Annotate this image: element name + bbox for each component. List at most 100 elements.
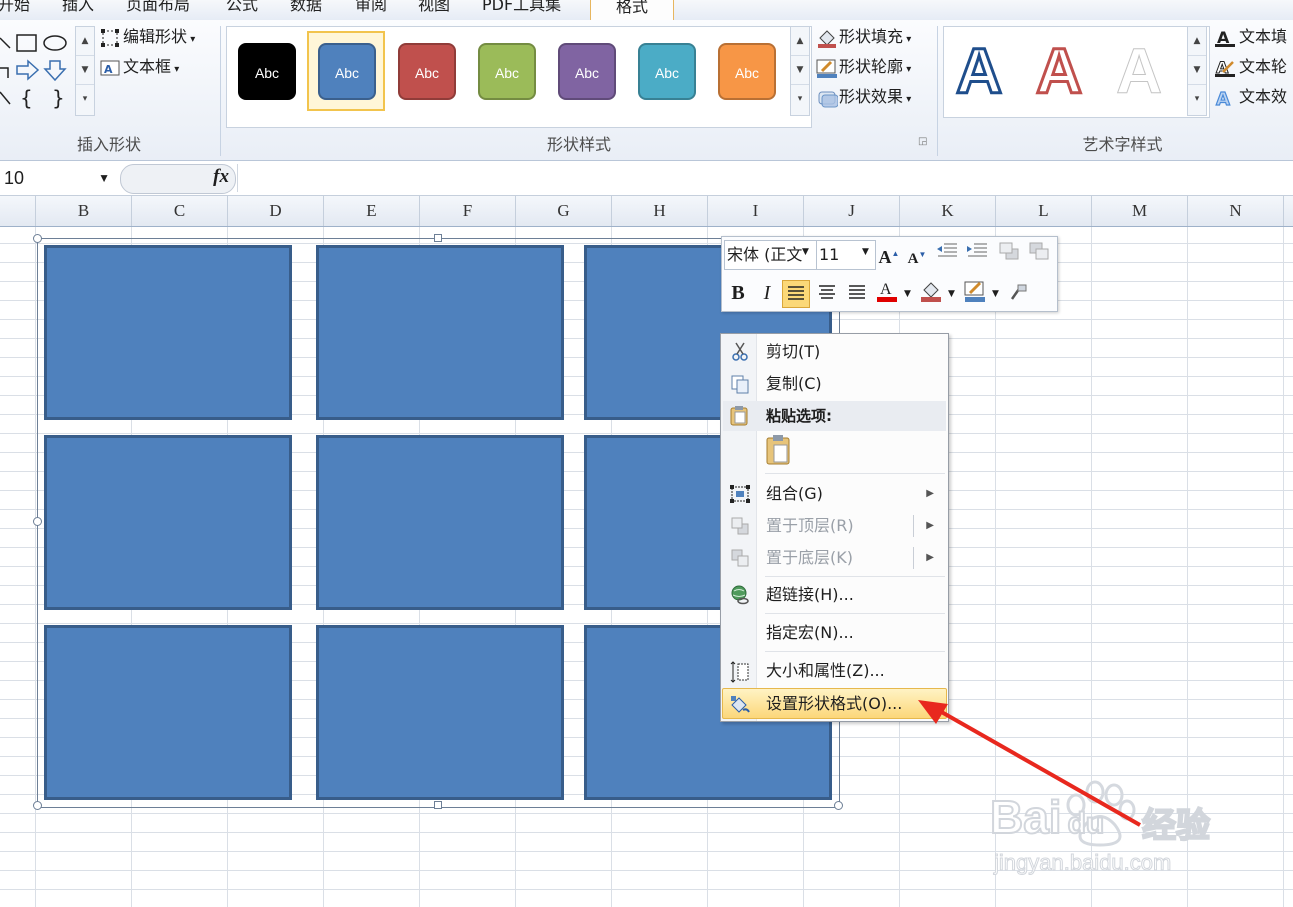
chevron-down-icon[interactable]: ▼ <box>904 289 911 299</box>
tab-home[interactable]: 开始 <box>0 0 30 17</box>
shape-effects-button[interactable]: 形状效果 ▾ <box>816 84 911 110</box>
menu-item-bring-to-front[interactable]: 置于顶层(R) ▶ <box>723 511 946 541</box>
font-color-icon[interactable]: A <box>874 279 900 305</box>
tab-format[interactable]: 格式 <box>590 0 674 21</box>
shape-style-gallery-scroll[interactable]: ▲ ▼ ▾ <box>790 26 810 116</box>
style-swatch-blue[interactable]: Abc <box>318 43 376 100</box>
text-box-button[interactable]: A 文本框 ▾ <box>100 54 179 80</box>
menu-item-cut[interactable]: 剪切(T) <box>723 337 946 367</box>
submenu-arrow-icon: ▶ <box>926 552 934 563</box>
style-swatch-purple[interactable]: Abc <box>558 43 616 100</box>
resize-handle-bottom-right[interactable] <box>834 801 843 810</box>
column-header-f[interactable]: F <box>420 196 516 226</box>
menu-item-assign-macro[interactable]: 指定宏(N)... <box>723 618 946 648</box>
style-swatch-green[interactable]: Abc <box>478 43 536 100</box>
column-header-i[interactable]: I <box>708 196 804 226</box>
rectangle-shape[interactable] <box>316 435 564 610</box>
edit-shape-button[interactable]: 编辑形状 ▾ <box>100 24 195 50</box>
wordart-style-blue[interactable]: A <box>954 31 1003 111</box>
resize-handle-top-left[interactable] <box>33 234 42 243</box>
style-swatch-black[interactable]: Abc <box>238 43 296 100</box>
shape-fill-button[interactable]: 形状填充 ▾ <box>816 24 911 50</box>
tab-formulas[interactable]: 公式 <box>226 0 258 17</box>
resize-handle-bottom[interactable] <box>434 801 442 809</box>
column-header-b[interactable]: B <box>36 196 132 226</box>
shapes-gallery[interactable]: { } <box>0 30 70 120</box>
column-header-n[interactable]: N <box>1188 196 1284 226</box>
align-left-icon[interactable] <box>782 280 810 308</box>
context-menu: 剪切(T) 复制(C) 粘贴选项: 组合(G) ▶ 置于顶层(R) ▶ 置于底层… <box>720 333 949 722</box>
menu-item-copy[interactable]: 复制(C) <box>723 369 946 399</box>
increase-indent-icon[interactable] <box>964 241 990 267</box>
menu-item-size-and-properties[interactable]: 大小和属性(Z)... <box>723 656 946 686</box>
menu-item-group[interactable]: 组合(G) ▶ <box>723 479 946 509</box>
italic-icon[interactable]: I <box>754 280 780 306</box>
chevron-down-icon[interactable]: ▼ <box>862 247 869 257</box>
bold-icon[interactable]: B <box>725 280 751 306</box>
dialog-launcher-icon[interactable]: ◲ <box>918 136 927 147</box>
menu-item-send-to-back[interactable]: 置于底层(K) ▶ <box>723 543 946 573</box>
column-header-m[interactable]: M <box>1092 196 1188 226</box>
text-effects-button[interactable]: A 文本效 <box>1214 84 1287 110</box>
text-outline-button[interactable]: A 文本轮 <box>1214 54 1287 80</box>
column-header-j[interactable]: J <box>804 196 900 226</box>
column-header-d[interactable]: D <box>228 196 324 226</box>
function-wizard-icon[interactable]: fx <box>213 166 229 188</box>
line-color-icon[interactable] <box>962 279 988 305</box>
split-divider <box>913 515 914 537</box>
font-size-value: 11 <box>819 245 840 264</box>
chevron-down-icon[interactable]: ▼ <box>992 289 999 299</box>
text-fill-button[interactable]: A 文本填 <box>1214 24 1287 50</box>
format-painter-icon[interactable] <box>1006 279 1032 305</box>
column-header-e[interactable]: E <box>324 196 420 226</box>
ribbon-tab-strip: 开始 插入 页面布局 公式 数据 审阅 视图 PDF工具集 格式 <box>0 0 1293 21</box>
fill-color-icon[interactable] <box>918 279 944 305</box>
resize-handle-bottom-left[interactable] <box>33 801 42 810</box>
grow-font-icon[interactable]: A▲ <box>876 241 902 267</box>
shape-fill-label: 形状填充 <box>839 27 904 46</box>
tab-review[interactable]: 审阅 <box>355 0 387 17</box>
tab-data[interactable]: 数据 <box>290 0 322 17</box>
tab-page-layout[interactable]: 页面布局 <box>126 0 190 17</box>
resize-handle-top[interactable] <box>434 234 442 242</box>
column-header-k[interactable]: K <box>900 196 996 226</box>
wordart-style-white[interactable]: A <box>1115 31 1162 111</box>
chevron-down-icon[interactable]: ▼ <box>802 247 809 257</box>
menu-item-label: 指定宏(N)... <box>766 623 854 642</box>
wordart-style-red[interactable]: A <box>1034 31 1083 111</box>
rectangle-shape[interactable] <box>44 245 292 420</box>
style-swatch-aqua[interactable]: Abc <box>638 43 696 100</box>
bring-forward-icon <box>996 241 1022 267</box>
chevron-down-icon[interactable]: ▼ <box>948 289 955 299</box>
resize-handle-left[interactable] <box>33 517 42 526</box>
align-center-icon[interactable] <box>814 280 840 306</box>
rectangle-shape[interactable] <box>44 435 292 610</box>
style-swatch-orange[interactable]: Abc <box>718 43 776 100</box>
menu-item-hyperlink[interactable]: 超链接(H)... <box>723 580 946 610</box>
shape-outline-button[interactable]: 形状轮廓 ▾ <box>816 54 911 80</box>
column-header-l[interactable]: L <box>996 196 1092 226</box>
column-header-g[interactable]: G <box>516 196 612 226</box>
name-box[interactable]: 10 ▼ <box>4 165 116 191</box>
tab-view[interactable]: 视图 <box>418 0 450 17</box>
column-header-c[interactable]: C <box>132 196 228 226</box>
align-right-icon[interactable] <box>844 280 870 306</box>
menu-item-label: 剪切(T) <box>766 342 821 361</box>
rectangle-shape[interactable] <box>316 245 564 420</box>
decrease-indent-icon[interactable] <box>934 241 960 267</box>
wordart-gallery-scroll[interactable]: ▲ ▼ ▾ <box>1187 26 1207 116</box>
tab-insert[interactable]: 插入 <box>62 0 94 17</box>
formula-tools-pill: fx <box>120 164 236 194</box>
tab-pdf-tools[interactable]: PDF工具集 <box>482 0 561 17</box>
shrink-font-icon[interactable]: A▼ <box>904 242 930 268</box>
paste-icon <box>729 406 749 436</box>
style-swatch-red[interactable]: Abc <box>398 43 456 100</box>
paste-option-button[interactable] <box>766 434 792 466</box>
formula-input[interactable] <box>237 164 1293 192</box>
rectangle-shape[interactable] <box>44 625 292 800</box>
column-header-a[interactable] <box>0 196 36 226</box>
shapes-gallery-scroll[interactable]: ▲ ▼ ▾ <box>75 26 95 116</box>
chevron-down-icon[interactable]: ▼ <box>98 165 110 191</box>
rectangle-shape[interactable] <box>316 625 564 800</box>
column-header-h[interactable]: H <box>612 196 708 226</box>
